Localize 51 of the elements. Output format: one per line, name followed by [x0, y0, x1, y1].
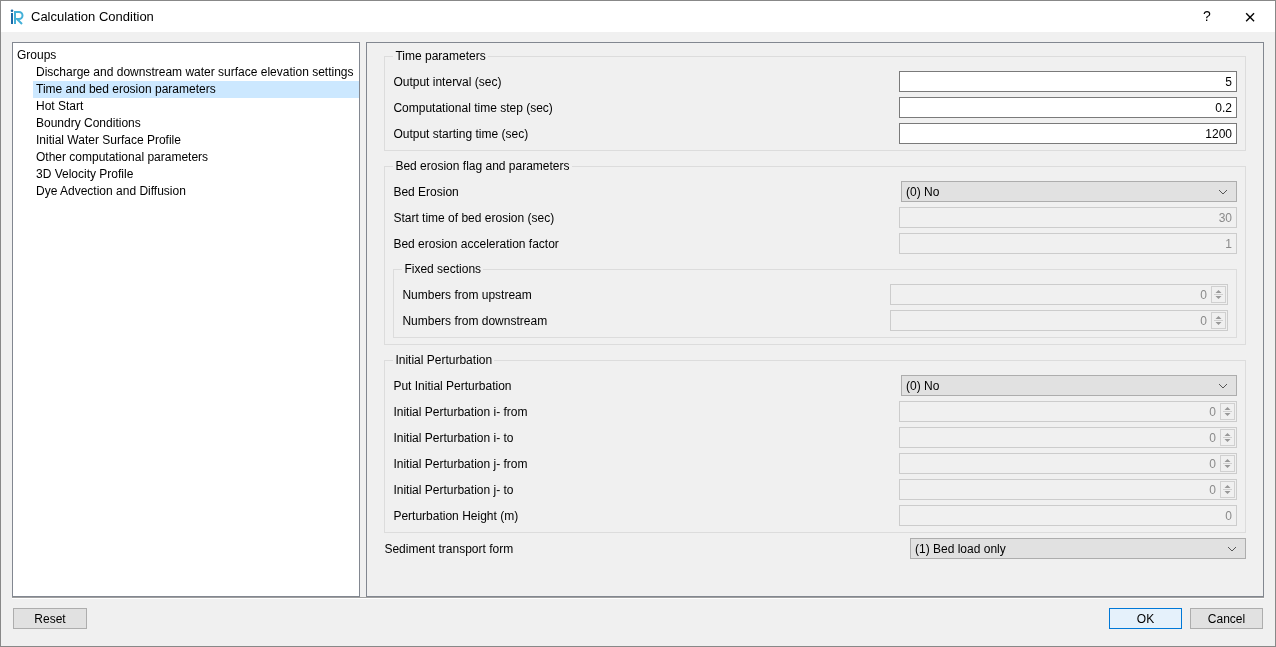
field-label: Output starting time (sec)	[393, 125, 529, 143]
dropdown-value: (0) No	[906, 377, 940, 395]
dropdown-value: (1) Bed load only	[915, 540, 1006, 558]
tree-header: Groups	[16, 47, 58, 64]
help-button[interactable]: ?	[1187, 1, 1227, 32]
field-label: Initial Perturbation j- to	[393, 481, 514, 499]
reset-button[interactable]: Reset	[13, 608, 87, 629]
field-label: Numbers from upstream	[402, 286, 532, 304]
window-title: Calculation Condition	[31, 7, 154, 26]
spin-value: 0	[1200, 312, 1207, 330]
field-label: Put Initial Perturbation	[393, 377, 512, 395]
spin-value: 0	[1200, 286, 1207, 304]
number-input-field[interactable]: 1200	[899, 123, 1237, 144]
spin-value: 0	[1209, 481, 1216, 499]
spin-value: 0	[1209, 455, 1216, 473]
tree-item[interactable]: Boundry Conditions	[33, 115, 360, 132]
number-input-field[interactable]: 5	[899, 71, 1237, 92]
field-label: Initial Perturbation j- from	[393, 455, 528, 473]
tree-item[interactable]: Other computational parameters	[33, 149, 360, 166]
dropdown[interactable]: (0) No	[901, 375, 1237, 396]
field-label: Output interval (sec)	[393, 73, 502, 91]
spin-value: 0	[1209, 429, 1216, 447]
chevron-down-icon	[1218, 188, 1228, 195]
app-logo-icon	[10, 8, 24, 25]
field-label: Sediment transport form	[384, 540, 514, 558]
tree-item[interactable]: Discharge and downstream water surface elevation settings	[33, 64, 360, 81]
field-label: Start time of bed erosion (sec)	[393, 209, 555, 227]
number-input-field[interactable]: 0.2	[899, 97, 1237, 118]
dropdown[interactable]: (1) Bed load only	[910, 538, 1246, 559]
tree-item[interactable]: Initial Water Surface Profile	[33, 132, 360, 149]
tree-item[interactable]: Dye Advection and Diffusion	[33, 183, 360, 200]
tree-item[interactable]: Hot Start	[33, 98, 360, 115]
field-label: Bed Erosion	[393, 183, 459, 201]
tree-item[interactable]: Time and bed erosion parameters	[33, 81, 360, 98]
group-title: Time parameters	[393, 48, 488, 64]
field-label: Bed erosion acceleration factor	[393, 235, 559, 253]
ok-button[interactable]: OK	[1109, 608, 1182, 629]
dropdown[interactable]: (0) No	[901, 181, 1237, 202]
close-button[interactable]: ×	[1227, 1, 1273, 32]
chevron-down-icon	[1218, 382, 1228, 389]
chevron-down-icon	[1227, 545, 1237, 552]
field-label: Initial Perturbation i- to	[393, 429, 514, 447]
field-label: Computational time step (sec)	[393, 99, 553, 117]
field-label: Numbers from downstream	[402, 312, 548, 330]
group-title: Bed erosion flag and parameters	[393, 158, 572, 174]
field-label: Perturbation Height (m)	[393, 507, 519, 525]
dropdown-value: (0) No	[906, 183, 940, 201]
tree-item[interactable]: 3D Velocity Profile	[33, 166, 360, 183]
cancel-button[interactable]: Cancel	[1190, 608, 1263, 629]
field-label: Initial Perturbation i- from	[393, 403, 528, 421]
spin-value: 0	[1209, 403, 1216, 421]
